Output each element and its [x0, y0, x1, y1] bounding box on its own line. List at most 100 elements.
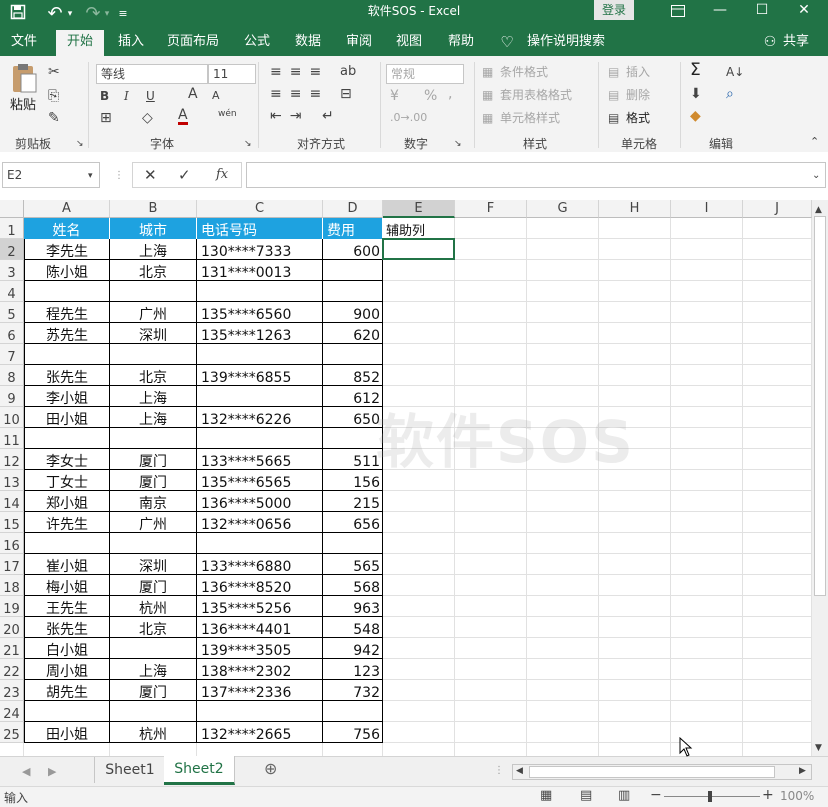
tab-split-grip-icon[interactable]: ⋮: [494, 763, 504, 779]
column-header-f[interactable]: F: [455, 200, 527, 218]
row-header[interactable]: 2: [0, 239, 24, 260]
cell-c[interactable]: 132****0656: [197, 512, 323, 533]
vertical-scroll-thumb[interactable]: [814, 216, 826, 596]
login-button[interactable]: 登录: [594, 0, 634, 20]
row-header[interactable]: 23: [0, 680, 24, 701]
row-header[interactable]: 6: [0, 323, 24, 344]
column-header-j[interactable]: J: [743, 200, 812, 218]
cut-icon[interactable]: ✂: [48, 64, 60, 80]
row-header[interactable]: 10: [0, 407, 24, 428]
cell-b[interactable]: [110, 344, 197, 365]
cell-b[interactable]: [110, 281, 197, 302]
row-header[interactable]: 24: [0, 701, 24, 722]
row-header[interactable]: 13: [0, 470, 24, 491]
vertical-align-icons[interactable]: ≡≡≡: [270, 64, 329, 80]
cell-c[interactable]: [197, 533, 323, 554]
cell-d[interactable]: 612: [323, 386, 383, 407]
table-header-a[interactable]: 姓名: [24, 218, 110, 239]
insert-cells-button[interactable]: 插入: [626, 64, 650, 80]
cell-b[interactable]: 广州: [110, 512, 197, 533]
cell-a[interactable]: [24, 533, 110, 554]
cell-d[interactable]: 511: [323, 449, 383, 470]
sort-filter-icon[interactable]: A↓: [726, 64, 744, 80]
cell-c[interactable]: 130****7333: [197, 239, 323, 260]
row-header[interactable]: 25: [0, 722, 24, 743]
font-launcher-icon[interactable]: ↘: [244, 136, 252, 152]
font-color-button[interactable]: A: [178, 108, 188, 125]
close-icon[interactable]: ✕: [784, 0, 824, 22]
cell-d[interactable]: 548: [323, 617, 383, 638]
cell-c[interactable]: 137****2336: [197, 680, 323, 701]
cell-b[interactable]: 北京: [110, 365, 197, 386]
cell-a[interactable]: 胡先生: [24, 680, 110, 701]
row-header[interactable]: 14: [0, 491, 24, 512]
scroll-right-icon[interactable]: ▶: [799, 766, 806, 776]
redo-dropdown-icon[interactable]: ▾: [102, 4, 112, 24]
cell-c[interactable]: 135****1263: [197, 323, 323, 344]
maximize-icon[interactable]: ☐: [742, 0, 782, 22]
cell-b[interactable]: [110, 428, 197, 449]
horizontal-align-icons[interactable]: ≡≡≡: [270, 86, 329, 102]
cell-a[interactable]: 丁女士: [24, 470, 110, 491]
cell-a[interactable]: [24, 344, 110, 365]
cell-a[interactable]: 白小姐: [24, 638, 110, 659]
tab-help[interactable]: 帮助: [438, 30, 484, 56]
tab-review[interactable]: 审阅: [336, 30, 382, 56]
row-header[interactable]: 21: [0, 638, 24, 659]
ribbon-display-icon[interactable]: [658, 0, 698, 22]
tab-page-layout[interactable]: 页面布局: [158, 30, 228, 56]
format-as-table-button[interactable]: 套用表格格式: [500, 87, 572, 103]
add-sheet-icon[interactable]: ⊕: [264, 761, 277, 777]
paste-icon[interactable]: [10, 62, 38, 94]
cell-a[interactable]: 王先生: [24, 596, 110, 617]
row-header[interactable]: 22: [0, 659, 24, 680]
tab-file[interactable]: 文件: [0, 30, 48, 56]
cell-b[interactable]: 深圳: [110, 554, 197, 575]
cell-c[interactable]: [197, 701, 323, 722]
cell-d[interactable]: 963: [323, 596, 383, 617]
cell-c[interactable]: 131****0013: [197, 260, 323, 281]
cell-c[interactable]: [197, 281, 323, 302]
tab-formulas[interactable]: 公式: [234, 30, 280, 56]
row-header[interactable]: 20: [0, 617, 24, 638]
zoom-slider[interactable]: [664, 796, 760, 797]
cell-a[interactable]: [24, 428, 110, 449]
cancel-button[interactable]: ✕: [144, 167, 157, 183]
name-box[interactable]: E2: [2, 162, 100, 188]
cell-c[interactable]: 136****5000: [197, 491, 323, 512]
insert-function-button[interactable]: fx: [216, 167, 228, 183]
cell-a[interactable]: 梅小姐: [24, 575, 110, 596]
next-sheet-icon[interactable]: ▶: [48, 764, 56, 780]
cell-d[interactable]: 756: [323, 722, 383, 743]
cell-a[interactable]: 陈小姐: [24, 260, 110, 281]
cell-c[interactable]: 135****6560: [197, 302, 323, 323]
grow-font-button[interactable]: A: [188, 86, 198, 102]
cell-c[interactable]: 138****2302: [197, 659, 323, 680]
cell-d[interactable]: [323, 533, 383, 554]
zoom-slider-thumb[interactable]: [708, 791, 712, 802]
cell-c[interactable]: [197, 344, 323, 365]
collapse-ribbon-icon[interactable]: ⌃: [810, 134, 819, 150]
format-cells-button[interactable]: 格式: [626, 110, 650, 126]
cell-c[interactable]: 133****6880: [197, 554, 323, 575]
cell-b[interactable]: 上海: [110, 386, 197, 407]
clear-icon[interactable]: ◆: [690, 108, 701, 124]
cell-a[interactable]: 周小姐: [24, 659, 110, 680]
tab-data[interactable]: 数据: [284, 30, 332, 56]
phonetic-button[interactable]: wén: [218, 106, 237, 122]
find-select-icon[interactable]: ⌕: [726, 86, 734, 102]
active-cell-e2[interactable]: [382, 238, 455, 260]
cell-a[interactable]: 田小姐: [24, 407, 110, 428]
cell-d[interactable]: 852: [323, 365, 383, 386]
column-header-c[interactable]: C: [197, 200, 323, 218]
cell-d[interactable]: 620: [323, 323, 383, 344]
cell-b[interactable]: 北京: [110, 617, 197, 638]
cell-d[interactable]: [323, 281, 383, 302]
cell-c[interactable]: 132****6226: [197, 407, 323, 428]
tell-me-search[interactable]: 操作说明搜索: [524, 30, 608, 56]
cell-b[interactable]: [110, 638, 197, 659]
paste-button[interactable]: 粘贴: [10, 98, 36, 114]
vertical-scrollbar[interactable]: ▲ ▼: [812, 200, 828, 756]
cell-b[interactable]: 广州: [110, 302, 197, 323]
cell-b[interactable]: 上海: [110, 239, 197, 260]
